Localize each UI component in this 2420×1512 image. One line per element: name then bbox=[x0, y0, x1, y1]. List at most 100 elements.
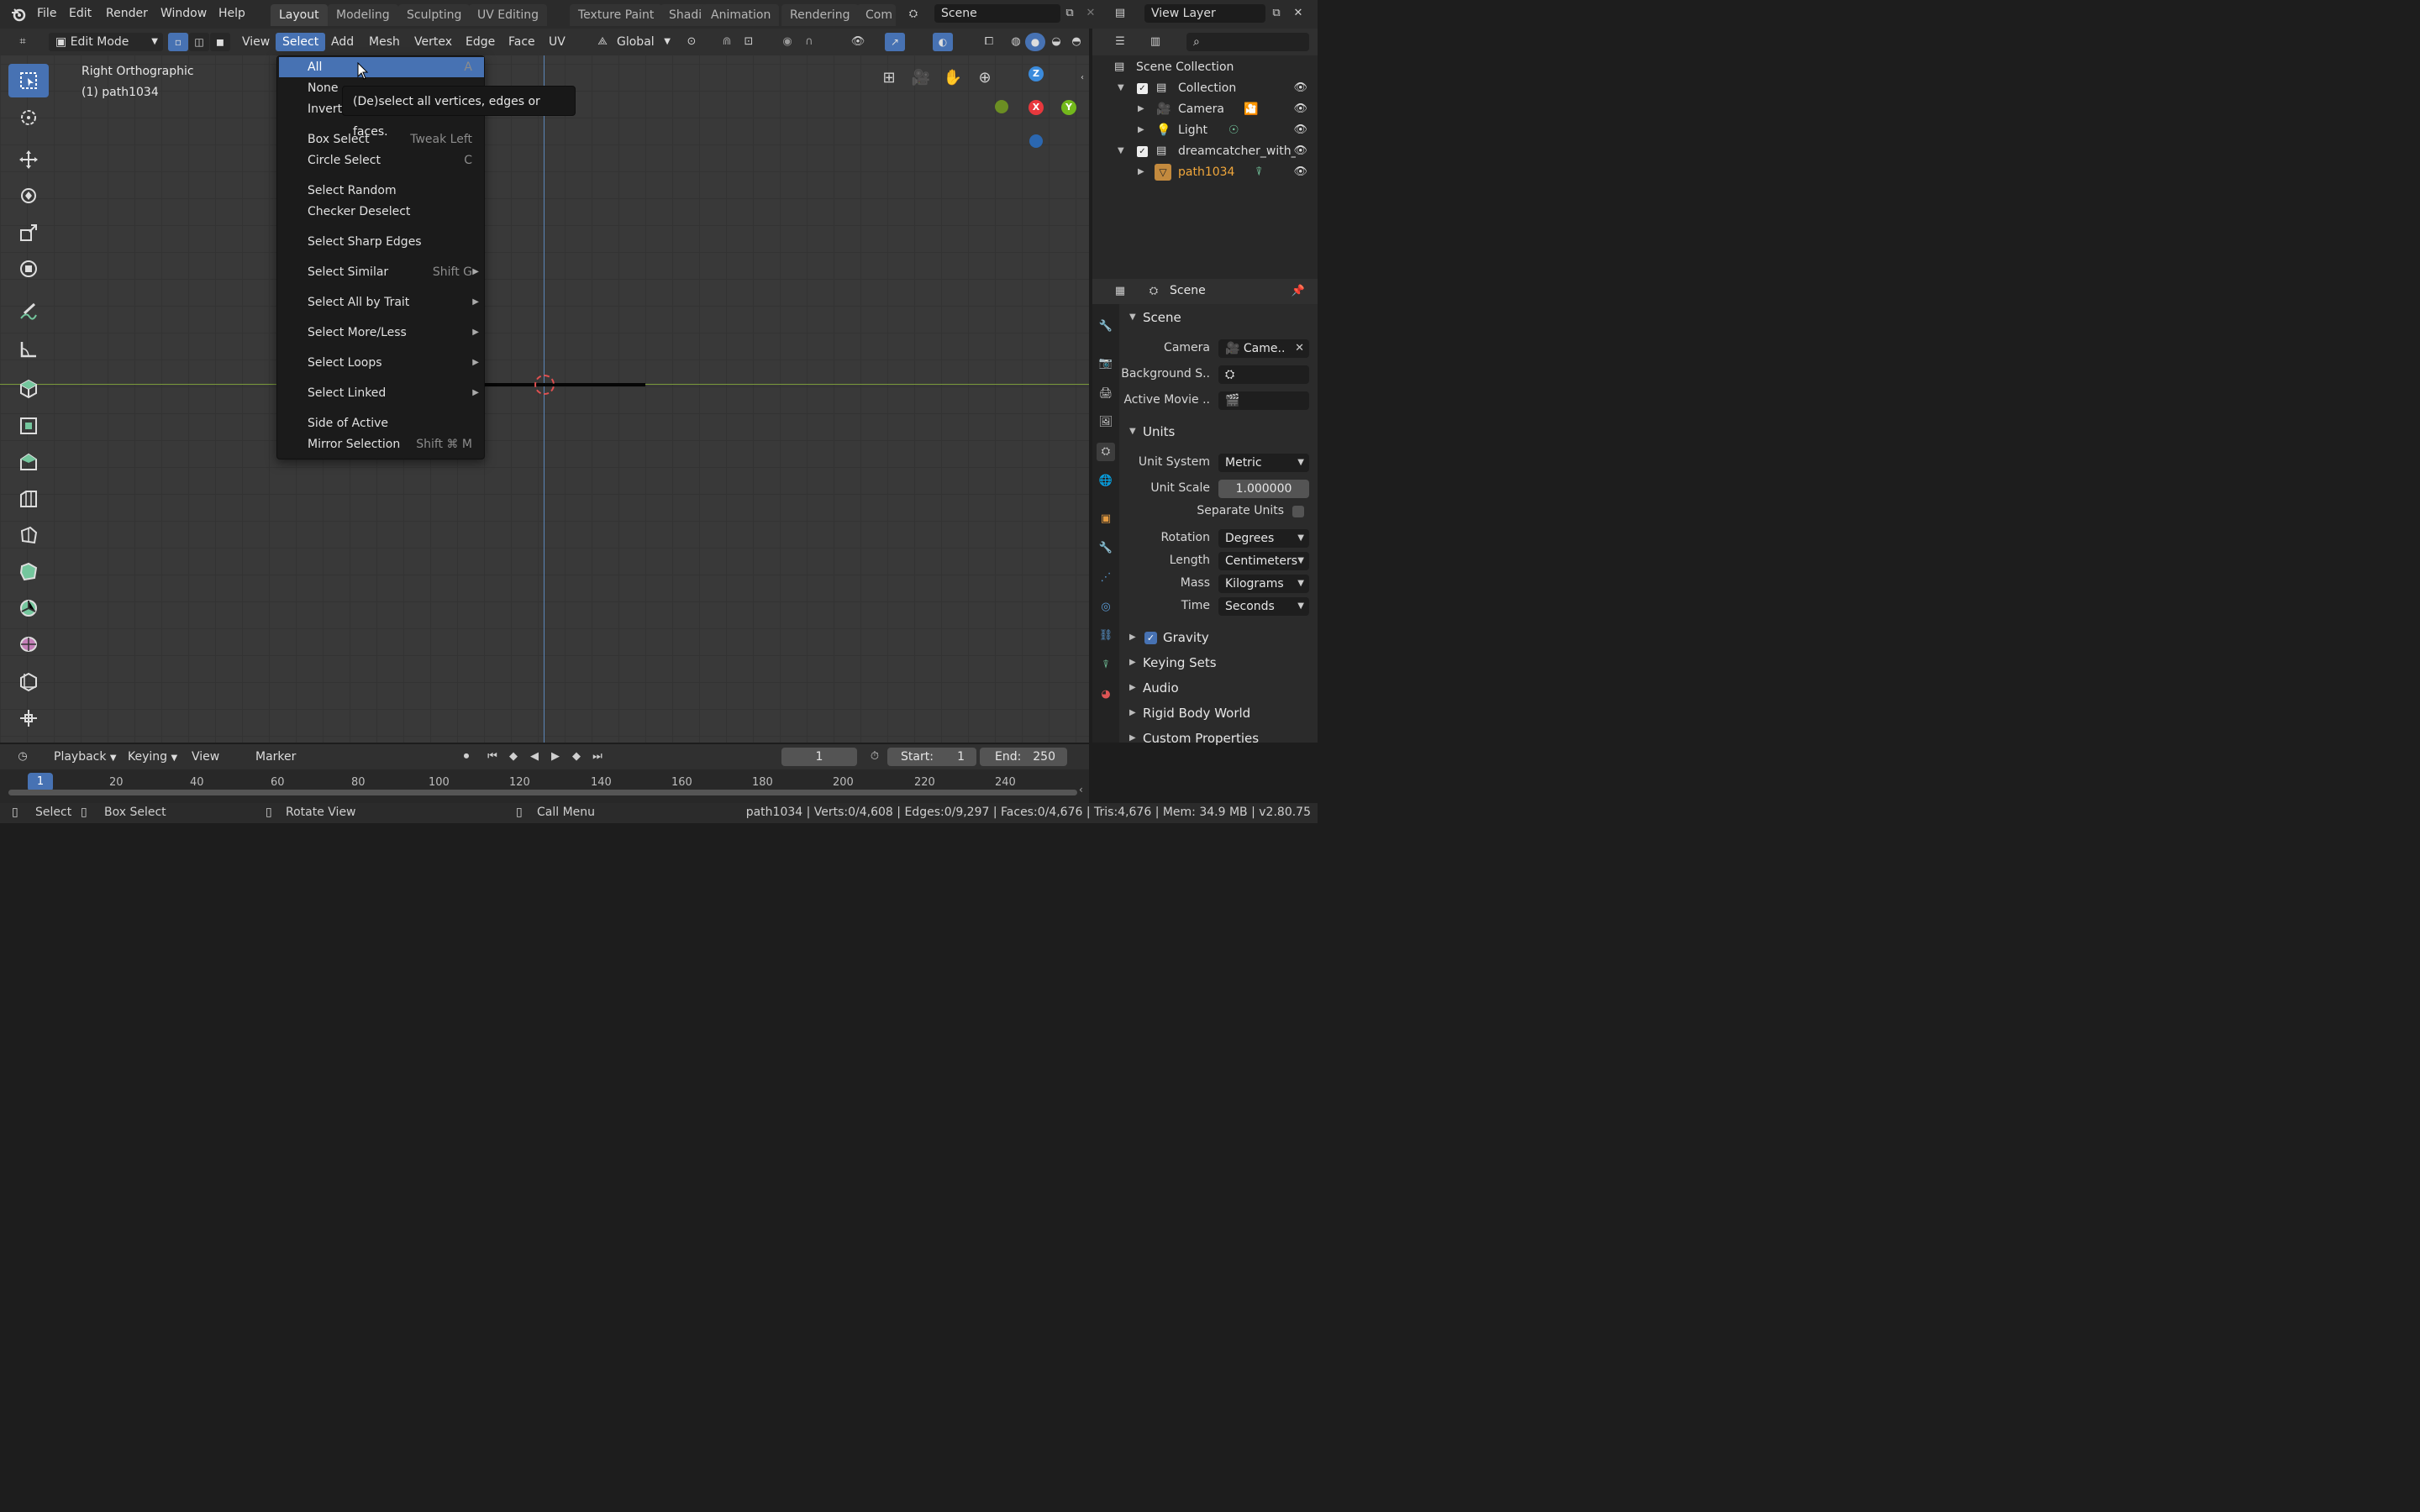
outliner-editor-icon[interactable]: ☰ bbox=[1111, 33, 1129, 51]
scene-collection-row[interactable]: ▤ Scene Collection bbox=[1092, 57, 1318, 77]
rotate-tool[interactable] bbox=[8, 179, 49, 213]
eye-icon[interactable]: 👁 bbox=[1293, 162, 1307, 182]
jump-start-icon[interactable]: ⏮ bbox=[483, 748, 502, 766]
gizmo-z-axis[interactable]: Z bbox=[1028, 66, 1044, 81]
edge-select-mode-icon[interactable]: ◫ bbox=[189, 33, 209, 51]
annotate-tool[interactable] bbox=[8, 296, 49, 329]
camera-view-icon[interactable]: 🎥 bbox=[911, 69, 931, 89]
custom-properties-panel-header[interactable]: ▶ Custom Properties bbox=[1119, 727, 1318, 750]
expand-triangle-icon[interactable]: ▶ bbox=[1138, 162, 1144, 182]
menu-item-select-loops[interactable]: Select Loops ▶ bbox=[279, 353, 484, 373]
unit-scale-field[interactable]: 1.000000 bbox=[1218, 480, 1309, 498]
menu-uv[interactable]: UV bbox=[542, 33, 572, 51]
constraints-tab-icon[interactable]: ⛓ bbox=[1097, 627, 1115, 645]
camera-data-icon[interactable]: 🎦 bbox=[1244, 99, 1258, 119]
object-tab-icon[interactable]: ▣ bbox=[1097, 510, 1115, 528]
keying-sets-panel-header[interactable]: ▶ Keying Sets bbox=[1119, 651, 1318, 675]
timeline-editor-icon[interactable]: ◷ bbox=[13, 748, 32, 766]
clear-icon[interactable]: ✕ bbox=[1295, 339, 1304, 358]
tab-uv-editing[interactable]: UV Editing bbox=[469, 4, 548, 26]
eye-icon[interactable]: 👁 bbox=[1293, 120, 1307, 140]
outliner-row-dreamcatcher[interactable]: ▼ ✓ ▤ dreamcatcher_with_ 👁 bbox=[1092, 141, 1318, 161]
visibility-icon[interactable]: 👁 bbox=[849, 33, 867, 51]
cursor-tool[interactable] bbox=[8, 101, 49, 134]
scene-tab-icon[interactable]: ⛭ bbox=[1097, 443, 1115, 461]
expand-triangle-icon[interactable]: ▶ bbox=[1138, 120, 1144, 140]
next-keyframe-icon[interactable]: ◆ bbox=[567, 748, 586, 766]
menu-file[interactable]: File bbox=[37, 7, 56, 20]
length-dropdown[interactable]: Centimeters ▼ bbox=[1218, 552, 1309, 570]
bevel-tool[interactable] bbox=[8, 482, 49, 516]
scene-panel-header[interactable]: ▼ Scene bbox=[1119, 306, 1318, 329]
expand-triangle-icon[interactable]: ▼ bbox=[1118, 141, 1124, 161]
expand-triangle-icon[interactable]: ▶ bbox=[1138, 99, 1144, 119]
select-box-tool[interactable] bbox=[8, 64, 49, 97]
inset-tool[interactable] bbox=[8, 445, 49, 479]
light-data-icon[interactable]: ☉ bbox=[1228, 120, 1239, 140]
menu-item-checker-deselect[interactable]: Checker Deselect bbox=[279, 202, 484, 222]
new-scene-icon[interactable]: ⧉ bbox=[1060, 4, 1079, 23]
menu-item-select-similar[interactable]: Select Similar Shift G ▶ bbox=[279, 262, 484, 282]
overlay-toggle-icon[interactable]: ◐ bbox=[933, 33, 953, 51]
3d-cursor-icon[interactable] bbox=[534, 375, 555, 395]
world-tab-icon[interactable]: 🌐 bbox=[1097, 472, 1115, 491]
expand-triangle-icon[interactable]: ▼ bbox=[1118, 78, 1124, 98]
timeline-scrollbar[interactable] bbox=[8, 790, 1077, 795]
xray-icon[interactable]: ⧠ bbox=[980, 33, 998, 51]
move-tool[interactable] bbox=[8, 143, 49, 176]
outliner-row-camera[interactable]: ▶ 🎥 Camera 🎦 👁 bbox=[1092, 99, 1318, 119]
menu-item-circle-select[interactable]: Circle Select C bbox=[279, 150, 484, 171]
eye-icon[interactable]: 👁 bbox=[1293, 141, 1307, 161]
checkbox-icon[interactable]: ✓ bbox=[1137, 83, 1148, 94]
menu-window[interactable]: Window bbox=[160, 7, 207, 20]
separate-units-checkbox[interactable] bbox=[1292, 506, 1304, 517]
blender-logo-icon[interactable] bbox=[10, 6, 27, 23]
extrude-tool[interactable] bbox=[8, 409, 49, 443]
current-frame-field[interactable]: 1 bbox=[781, 748, 857, 766]
gizmo-y-axis[interactable]: Y bbox=[1061, 100, 1076, 115]
proportional-edit-icon[interactable]: ◉ bbox=[778, 33, 797, 51]
scene-icon[interactable]: ⛭ bbox=[904, 5, 923, 24]
orientation-dropdown[interactable]: Global ▼ bbox=[610, 33, 674, 51]
transform-tool[interactable] bbox=[8, 252, 49, 286]
timeline-sidebar-toggle-icon[interactable]: ‹ bbox=[1079, 784, 1083, 795]
gizmo-toggle-icon[interactable]: ↗ bbox=[885, 33, 905, 51]
active-movie-clip-field[interactable]: 🎬 bbox=[1218, 391, 1309, 410]
menu-vertex[interactable]: Vertex bbox=[408, 33, 459, 51]
record-icon[interactable]: ⏺ bbox=[457, 748, 476, 766]
menu-view[interactable]: View bbox=[185, 748, 226, 766]
unit-system-dropdown[interactable]: Metric ▼ bbox=[1218, 454, 1309, 472]
falloff-icon[interactable]: ∩ bbox=[800, 33, 818, 51]
menu-item-select-all-by-trait[interactable]: Select All by Trait ▶ bbox=[279, 292, 484, 312]
menu-item-select-more-less[interactable]: Select More/Less ▶ bbox=[279, 323, 484, 343]
view-layer-icon[interactable]: ▤ bbox=[1111, 4, 1129, 23]
pivot-point-icon[interactable]: ⊙ bbox=[682, 33, 701, 51]
new-view-layer-icon[interactable]: ⧉ bbox=[1267, 4, 1286, 23]
output-tab-icon[interactable]: 🖨 bbox=[1097, 385, 1115, 403]
tab-texture-paint[interactable]: Texture Paint bbox=[570, 4, 663, 26]
gizmo-neg-z-axis[interactable] bbox=[1029, 134, 1043, 148]
menu-item-select-linked[interactable]: Select Linked ▶ bbox=[279, 383, 484, 403]
toggle-camera-grid-icon[interactable]: ⊞ bbox=[879, 69, 899, 89]
gizmo-x-axis[interactable]: X bbox=[1028, 100, 1044, 115]
menu-keying[interactable]: Keying ▼ bbox=[121, 748, 184, 766]
properties-editor-icon[interactable]: ▦ bbox=[1111, 282, 1129, 301]
menu-edge[interactable]: Edge bbox=[459, 33, 502, 51]
menu-face[interactable]: Face bbox=[502, 33, 542, 51]
tab-sculpting[interactable]: Sculpting bbox=[398, 4, 471, 26]
audio-panel-header[interactable]: ▶ Audio bbox=[1119, 676, 1318, 700]
data-tab-icon[interactable]: ⍒ bbox=[1097, 656, 1115, 675]
particles-tab-icon[interactable]: ⋰ bbox=[1097, 569, 1115, 587]
menu-mesh[interactable]: Mesh bbox=[362, 33, 407, 51]
face-select-mode-icon[interactable]: ◼ bbox=[210, 33, 230, 51]
display-mode-icon[interactable]: ▥ bbox=[1146, 33, 1165, 51]
background-scene-field[interactable]: ⛭ bbox=[1218, 365, 1309, 384]
pan-hand-icon[interactable]: ✋ bbox=[943, 69, 963, 89]
end-frame-field[interactable]: End: 250 bbox=[980, 748, 1067, 766]
timeline-ruler[interactable]: 1 20 40 60 80 100 120 140 160 180 200 22… bbox=[0, 769, 1089, 803]
remove-scene-icon[interactable]: ✕ bbox=[1081, 4, 1100, 23]
jump-end-icon[interactable]: ⏭ bbox=[588, 748, 607, 766]
remove-view-layer-icon[interactable]: ✕ bbox=[1289, 4, 1307, 23]
mesh-data-icon[interactable]: ⍒ bbox=[1255, 162, 1262, 182]
vertex-select-mode-icon[interactable]: ▫ bbox=[168, 33, 188, 51]
